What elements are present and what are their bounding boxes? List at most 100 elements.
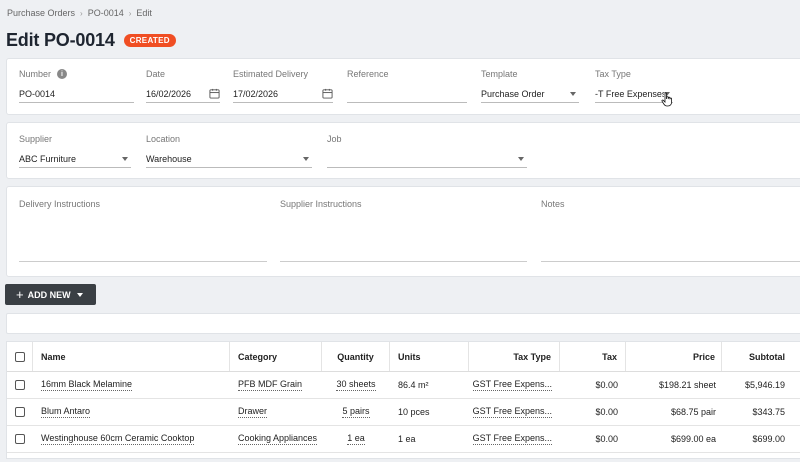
calendar-icon[interactable] <box>209 88 220 99</box>
supplier-field: Supplier ABC Furniture <box>19 134 131 168</box>
delivery-instructions-label: Delivery Instructions <box>19 199 101 209</box>
col-name[interactable]: Name <box>33 342 230 371</box>
item-subtotal: $343.75 <box>752 407 785 417</box>
col-price[interactable]: Price <box>626 342 722 371</box>
tax-type-value: -T Free Expenses <box>595 88 664 99</box>
title-row: Edit PO-0014 CREATED <box>6 30 176 51</box>
hand-cursor-icon <box>661 92 672 107</box>
number-value: PO-0014 <box>19 88 56 99</box>
col-category[interactable]: Category <box>230 342 322 371</box>
notes-label: Notes <box>541 199 565 209</box>
item-name[interactable]: Blum Antaro <box>41 406 91 418</box>
row-checkbox[interactable] <box>15 407 25 417</box>
supplier-value: ABC Furniture <box>19 153 77 164</box>
breadcrumb-current: Edit <box>136 8 152 18</box>
select-all-cell <box>7 342 33 371</box>
item-units: 1 ea <box>398 434 416 444</box>
date-input[interactable]: 16/02/2026 <box>146 86 220 103</box>
reference-input[interactable] <box>347 86 467 103</box>
supplier-instructions-label: Supplier Instructions <box>280 199 362 209</box>
breadcrumb: Purchase Orders › PO-0014 › Edit <box>7 8 152 18</box>
estimated-delivery-value: 17/02/2026 <box>233 88 279 99</box>
item-quantity[interactable]: 30 sheets <box>336 379 376 391</box>
item-price: $68.75 pair <box>670 407 716 417</box>
notes-input[interactable] <box>541 261 800 262</box>
table-row: Westinghouse 60cm Ceramic Cooktop Cookin… <box>7 426 800 453</box>
tax-type-label: Tax Type <box>595 69 631 79</box>
delivery-instructions-input[interactable] <box>19 261 267 262</box>
item-subtotal: $5,946.19 <box>744 380 785 390</box>
item-category[interactable]: Drawer <box>238 406 268 418</box>
delivery-instructions-field: Delivery Instructions <box>19 199 100 209</box>
chevron-down-icon[interactable] <box>303 156 309 161</box>
filter-bar[interactable] <box>6 313 800 334</box>
estimated-delivery-field: Estimated Delivery 17/02/2026 <box>233 69 333 103</box>
chevron-right-icon: › <box>128 8 132 18</box>
date-label: Date <box>146 69 166 79</box>
date-field: Date 16/02/2026 <box>146 69 220 103</box>
number-input[interactable]: PO-0014 <box>19 86 134 103</box>
item-category[interactable]: Cooking Appliances <box>238 433 318 445</box>
row-checkbox[interactable] <box>15 434 25 444</box>
select-all-checkbox[interactable] <box>14 351 25 362</box>
template-label: Template <box>481 69 518 79</box>
supplier-instructions-field: Supplier Instructions <box>280 199 362 209</box>
col-quantity[interactable]: Quantity <box>322 342 390 371</box>
item-tax: $0.00 <box>595 407 618 417</box>
page-title: Edit PO-0014 <box>6 30 115 50</box>
job-select[interactable] <box>327 151 527 168</box>
col-tax[interactable]: Tax <box>560 342 626 371</box>
item-price: $198.21 sheet <box>658 380 716 390</box>
col-subtotal[interactable]: Subtotal <box>722 342 791 371</box>
supplier-card: Supplier ABC Furniture Location Warehous… <box>6 122 800 179</box>
reference-field: Reference <box>347 69 467 103</box>
table-row: 16mm Black Melamine PFB MDF Grain 30 she… <box>7 372 800 399</box>
item-tax-type[interactable]: GST Free Expens... <box>472 433 552 445</box>
col-tax-type[interactable]: Tax Type <box>469 342 560 371</box>
item-units: 10 pces <box>398 407 430 417</box>
reference-label: Reference <box>347 69 389 79</box>
estimated-delivery-label: Estimated Delivery <box>233 69 309 79</box>
item-name[interactable]: Westinghouse 60cm Ceramic Cooktop <box>41 433 195 445</box>
item-tax-type[interactable]: GST Free Expens... <box>472 406 552 418</box>
template-field: Template Purchase Order <box>481 69 579 103</box>
plus-icon: + <box>16 287 24 302</box>
breadcrumb-purchase-orders[interactable]: Purchase Orders <box>7 8 75 18</box>
item-name[interactable]: 16mm Black Melamine <box>41 379 133 391</box>
item-category[interactable]: PFB MDF Grain <box>238 379 303 391</box>
supplier-label: Supplier <box>19 134 53 144</box>
order-details-card: Number i PO-0014 Date 16/02/2026 Estimat… <box>6 58 800 115</box>
template-value: Purchase Order <box>481 88 545 99</box>
chevron-down-icon <box>76 292 83 297</box>
item-quantity[interactable]: 1 ea <box>347 433 365 445</box>
chevron-down-icon[interactable] <box>518 156 524 161</box>
item-units: 86.4 m² <box>398 380 429 390</box>
item-tax-type[interactable]: GST Free Expens... <box>472 379 552 391</box>
table-row: Blum Antaro Drawer 5 pairs 10 pces GST F… <box>7 399 800 426</box>
chevron-down-icon[interactable] <box>570 91 576 96</box>
date-value: 16/02/2026 <box>146 88 192 99</box>
chevron-down-icon[interactable] <box>122 156 128 161</box>
breadcrumb-po[interactable]: PO-0014 <box>88 8 124 18</box>
add-new-label: ADD NEW <box>27 289 71 300</box>
tax-type-field: Tax Type -T Free Expenses <box>595 69 673 103</box>
job-label: Job <box>327 134 342 144</box>
estimated-delivery-input[interactable]: 17/02/2026 <box>233 86 333 103</box>
row-checkbox[interactable] <box>15 380 25 390</box>
supplier-instructions-input[interactable] <box>280 261 527 262</box>
table-header: Name Category Quantity Units Tax Type Ta… <box>7 342 800 372</box>
calendar-icon[interactable] <box>322 88 333 99</box>
item-subtotal: $699.00 <box>752 434 785 444</box>
number-label: Number <box>19 69 52 79</box>
col-units[interactable]: Units <box>390 342 469 371</box>
item-tax: $0.00 <box>595 380 618 390</box>
add-new-button[interactable]: + ADD NEW <box>5 284 96 305</box>
supplier-select[interactable]: ABC Furniture <box>19 151 131 168</box>
template-select[interactable]: Purchase Order <box>481 86 579 103</box>
location-select[interactable]: Warehouse <box>146 151 312 168</box>
item-quantity[interactable]: 5 pairs <box>342 406 370 418</box>
status-badge: CREATED <box>123 34 176 47</box>
info-icon[interactable]: i <box>57 69 68 79</box>
line-items-table: Name Category Quantity Units Tax Type Ta… <box>6 341 800 459</box>
location-value: Warehouse <box>146 153 192 164</box>
